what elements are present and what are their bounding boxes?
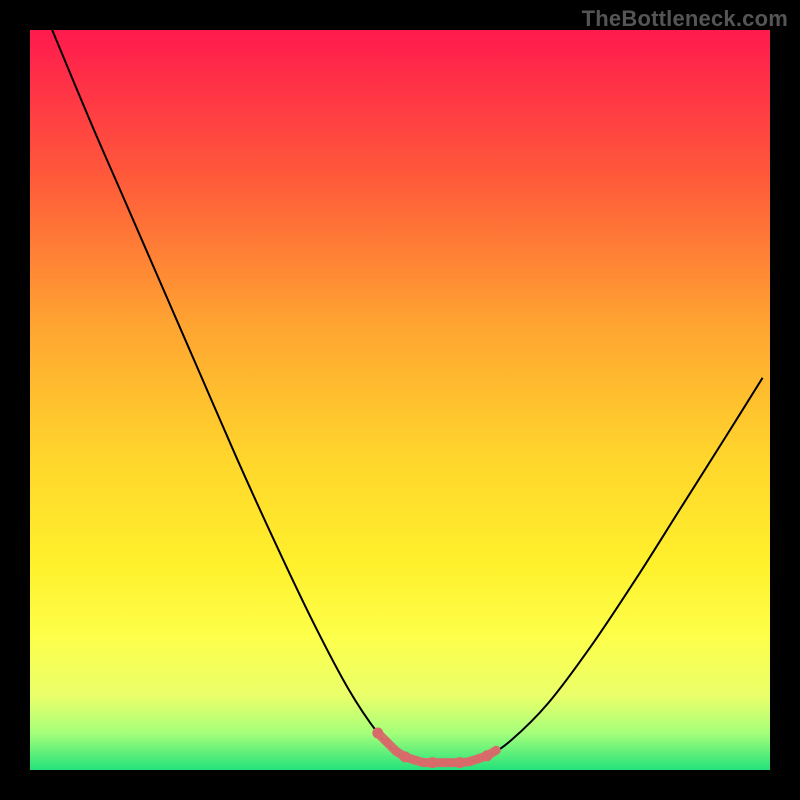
trough-highlight-dot [419, 758, 427, 766]
trough-highlight-dot [492, 746, 500, 754]
trough-highlight-dot [482, 750, 493, 761]
bottleneck-chart [30, 30, 770, 770]
trough-highlight-dot [383, 738, 391, 746]
trough-highlight-dot [454, 757, 465, 768]
trough-highlight-dot [427, 757, 438, 768]
plot-area [30, 30, 770, 770]
gradient-background [30, 30, 770, 770]
trough-highlight-dot [372, 728, 383, 739]
trough-highlight-dot [474, 755, 482, 763]
trough-highlight-dot [410, 756, 418, 764]
watermark-text: TheBottleneck.com [582, 6, 788, 32]
trough-highlight-dot [447, 758, 455, 766]
chart-frame: TheBottleneck.com [0, 0, 800, 800]
trough-highlight-dot [400, 751, 411, 762]
trough-highlight-dot [437, 758, 445, 766]
trough-highlight-dot [392, 747, 400, 755]
trough-highlight-dot [465, 758, 473, 766]
